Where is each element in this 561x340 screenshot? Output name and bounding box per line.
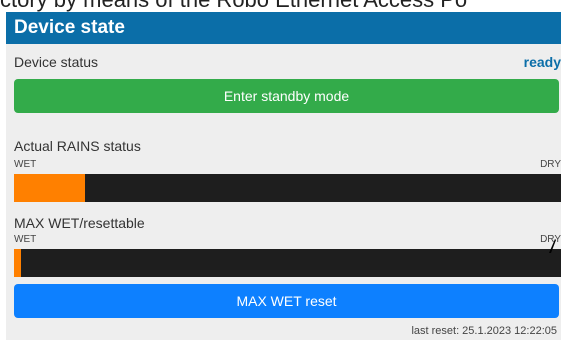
rains-scale-dry: DRY xyxy=(540,159,561,170)
maxwet-scale-wet: WET xyxy=(14,234,37,245)
rains-status-fill xyxy=(14,174,86,202)
rains-scale: WET DRY xyxy=(14,159,561,171)
maxwet-title: MAX WET/resettable xyxy=(14,215,145,231)
maxwet-scale: WET DRY xyxy=(14,234,561,246)
max-wet-reset-button[interactable]: MAX WET reset xyxy=(14,284,559,318)
enter-standby-button[interactable]: Enter standby mode xyxy=(14,79,559,113)
device-status-value: ready xyxy=(523,54,561,70)
mouse-cursor-icon xyxy=(549,239,556,253)
rains-scale-wet: WET xyxy=(14,159,37,170)
device-status-label: Device status xyxy=(14,54,99,70)
maxwet-bar xyxy=(14,249,561,277)
device-state-panel: Device state Device status ready Enter s… xyxy=(6,12,561,340)
panel-title: Device state xyxy=(6,12,561,44)
rains-status-bar xyxy=(14,174,561,202)
device-status-row: Device status ready xyxy=(14,52,561,72)
rains-status-title: Actual RAINS status xyxy=(14,138,141,154)
page-top-text: ctory by means of the Robo Ethernet Acce… xyxy=(0,0,561,12)
maxwet-fill xyxy=(14,249,21,277)
last-reset-text: last reset: 25.1.2023 12:22:05 xyxy=(411,325,557,337)
